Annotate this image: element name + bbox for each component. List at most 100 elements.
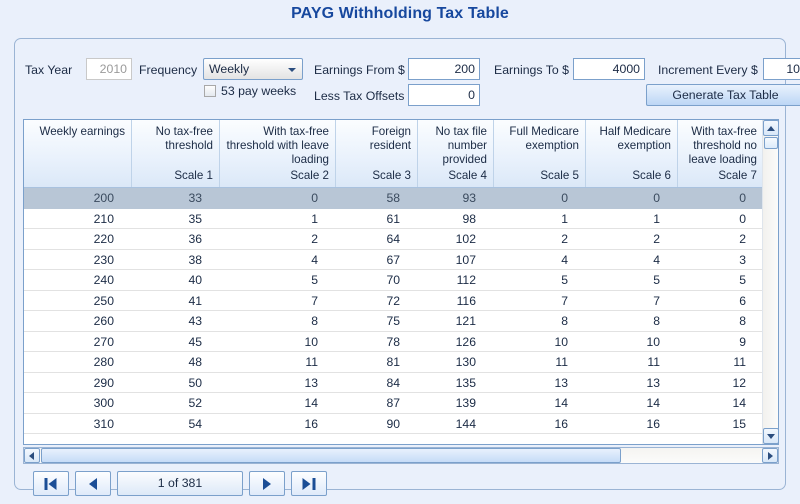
vertical-scrollbar-thumb[interactable] [764, 137, 778, 149]
earnings-from-field[interactable] [408, 58, 480, 80]
column-header-scale: Scale 5 [540, 169, 579, 182]
table-cell: 300 [93, 396, 114, 410]
table-cell: 54 [188, 416, 202, 431]
table-cell: 112 [456, 273, 476, 287]
scroll-up-button[interactable] [763, 120, 778, 136]
scroll-down-button[interactable] [763, 428, 778, 444]
column-header[interactable]: Foreign resident Scale 3 [336, 120, 418, 187]
table-cell: 5 [653, 273, 660, 287]
triangle-right-icon [768, 452, 773, 460]
last-page-icon [302, 477, 316, 490]
table-cell: 14 [732, 396, 746, 410]
increment-every-field[interactable] [763, 58, 800, 80]
table-cell: 250 [93, 293, 114, 308]
table-cell: 50 [188, 375, 202, 390]
table-cell: 0 [311, 191, 318, 205]
column-header[interactable]: With tax-free threshold with leave loadi… [220, 120, 336, 187]
column-header[interactable]: No tax file number provided Scale 4 [418, 120, 494, 187]
tax-year-field[interactable] [86, 58, 132, 80]
table-row[interactable]: 250 41 7 72 116 7 7 6 [24, 290, 764, 311]
table-cell: 11 [555, 355, 568, 369]
table-cell: 230 [93, 252, 114, 267]
column-header-title: Full Medicare exemption [509, 125, 579, 152]
table-row[interactable]: 260 43 8 75 121 8 8 8 [24, 311, 764, 332]
column-header[interactable]: Weekly earnings [24, 120, 132, 187]
table-cell: 0 [739, 191, 746, 205]
table-cell: 38 [188, 252, 202, 267]
tax-table-grid: Weekly earnings No tax-free threshold Scal… [23, 119, 779, 445]
column-header-scale: Scale 1 [174, 169, 213, 182]
table-cell: 126 [455, 334, 476, 349]
table-cell: 144 [455, 416, 476, 431]
pay-weeks-checkbox[interactable] [204, 85, 216, 97]
column-header[interactable]: Full Medicare exemption Scale 5 [494, 120, 586, 187]
table-cell: 121 [455, 314, 476, 328]
table-cell: 61 [386, 211, 400, 226]
table-cell: 290 [93, 375, 114, 390]
table-cell: 1 [311, 211, 318, 226]
table-row[interactable]: 270 45 10 78 126 10 10 9 [24, 331, 764, 352]
table-cell: 75 [386, 314, 400, 328]
table-cell: 67 [386, 252, 400, 267]
table-cell: 64 [386, 232, 400, 246]
next-page-button[interactable] [249, 471, 285, 496]
table-cell: 36 [188, 232, 202, 246]
table-cell: 310 [93, 416, 114, 431]
vertical-scrollbar[interactable] [762, 120, 778, 444]
generate-tax-table-button[interactable]: Generate Tax Table [646, 84, 800, 106]
table-cell: 270 [93, 334, 114, 349]
less-tax-offsets-field[interactable] [408, 84, 480, 106]
frequency-selected-value: Weekly [209, 62, 250, 76]
table-row[interactable]: 240 40 5 70 112 5 5 5 [24, 270, 764, 291]
table-row[interactable]: 210 35 1 61 98 1 1 0 [24, 208, 764, 229]
table-cell: 6 [739, 293, 746, 308]
previous-page-icon [89, 477, 97, 490]
horizontal-scrollbar[interactable] [23, 447, 779, 464]
previous-page-button[interactable] [75, 471, 111, 496]
scroll-left-button[interactable] [24, 448, 40, 463]
table-row[interactable]: 290 50 13 84 135 13 13 12 [24, 372, 764, 393]
column-header[interactable]: No tax-free threshold Scale 1 [132, 120, 220, 187]
table-cell: 14 [646, 396, 660, 410]
column-header-title: Weekly earnings [39, 125, 126, 138]
last-page-button[interactable] [291, 471, 327, 496]
table-cell: 78 [386, 334, 400, 349]
triangle-left-icon [29, 452, 34, 460]
table-cell: 10 [554, 334, 568, 349]
table-cell: 8 [653, 314, 660, 328]
horizontal-scrollbar-thumb[interactable] [41, 448, 621, 463]
table-row[interactable]: 300 52 14 87 139 14 14 14 [24, 393, 764, 414]
column-header[interactable]: Half Medicare exemption Scale 6 [586, 120, 678, 187]
earnings-to-field[interactable] [573, 58, 645, 80]
table-row[interactable]: 280 48 11 81 130 11 11 11 [24, 352, 764, 373]
table-cell: 4 [561, 252, 568, 267]
table-cell: 10 [304, 334, 318, 349]
table-cell: 116 [456, 293, 476, 308]
scroll-right-button[interactable] [762, 448, 778, 463]
column-header-scale: Scale 4 [448, 169, 487, 182]
table-cell: 98 [462, 211, 476, 226]
table-row[interactable]: 200 33 0 58 93 0 0 0 [24, 188, 764, 209]
table-cell: 35 [188, 211, 202, 226]
table-cell: 3 [739, 252, 746, 267]
table-row[interactable]: 310 54 16 90 144 16 16 15 [24, 413, 764, 434]
table-row[interactable]: 220 36 2 64 102 2 2 2 [24, 229, 764, 250]
table-cell: 13 [304, 375, 318, 390]
table-cell: 11 [647, 355, 660, 369]
table-cell: 7 [653, 293, 660, 308]
first-page-button[interactable] [33, 471, 69, 496]
table-cell: 84 [386, 375, 400, 390]
table-cell: 200 [93, 191, 114, 205]
page-indicator: 1 of 381 [117, 471, 243, 496]
table-cell: 2 [739, 232, 746, 246]
increment-every-label: Increment Every $ [658, 63, 758, 77]
table-cell: 210 [93, 211, 114, 226]
table-cell: 102 [455, 232, 476, 246]
column-header[interactable]: With tax-free threshold no leave loading… [678, 120, 764, 187]
table-cell: 13 [646, 375, 660, 390]
frequency-select[interactable]: Weekly [203, 58, 303, 80]
table-cell: 2 [653, 232, 660, 246]
table-cell: 72 [386, 293, 400, 308]
column-header-scale: Scale 6 [632, 169, 671, 182]
table-row[interactable]: 230 38 4 67 107 4 4 3 [24, 249, 764, 270]
